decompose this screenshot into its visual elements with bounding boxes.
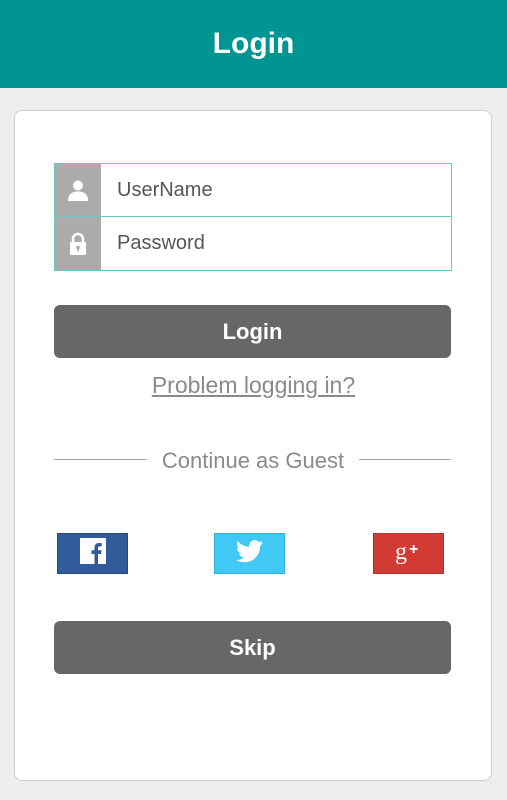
divider-right — [359, 459, 451, 460]
google-plus-icon: g + — [394, 538, 424, 569]
credentials-group — [54, 163, 457, 271]
login-button[interactable]: Login — [54, 305, 451, 358]
facebook-icon — [79, 538, 106, 569]
skip-button[interactable]: Skip — [54, 621, 451, 674]
facebook-button[interactable] — [57, 533, 128, 574]
username-input[interactable] — [101, 164, 457, 216]
twitter-button[interactable] — [214, 533, 285, 574]
username-field[interactable] — [55, 164, 457, 217]
google-plus-button[interactable]: g + — [373, 533, 444, 574]
continue-as-guest-label: Continue as Guest — [161, 448, 345, 473]
lock-icon — [55, 217, 101, 270]
problem-logging-in-link[interactable]: Problem logging in? — [0, 372, 507, 399]
page-title: Login — [212, 27, 295, 60]
svg-text:+: + — [409, 541, 418, 558]
password-field[interactable] — [55, 217, 457, 270]
divider-left — [54, 459, 147, 460]
password-input[interactable] — [101, 217, 457, 270]
svg-text:g: g — [395, 539, 407, 564]
twitter-icon — [235, 539, 264, 568]
app-header: Login — [0, 0, 507, 88]
user-icon — [55, 164, 101, 216]
